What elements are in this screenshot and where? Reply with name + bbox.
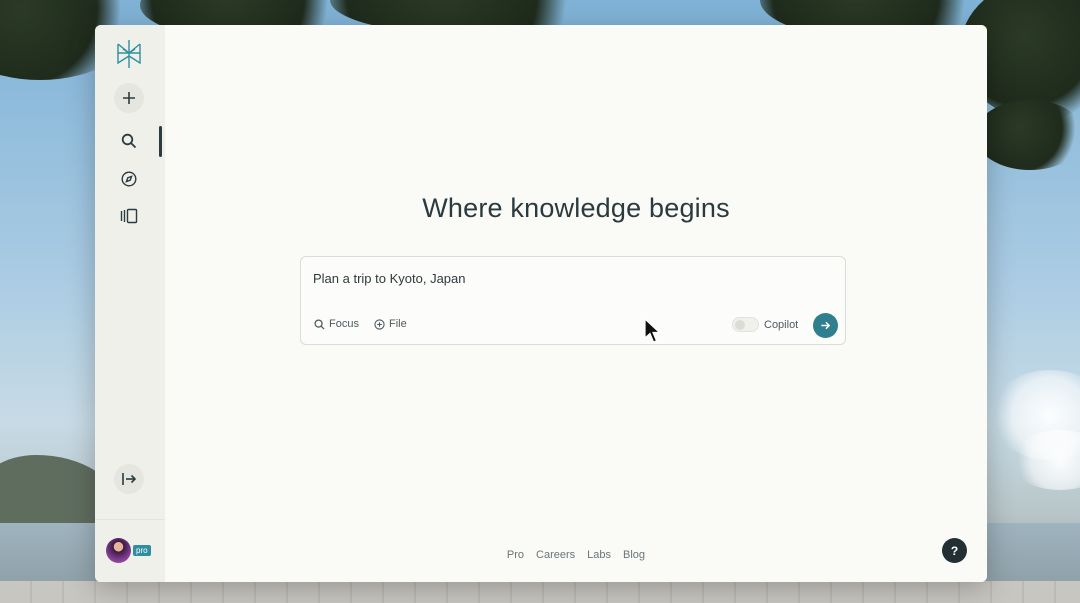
- collapse-sidebar-button[interactable]: [114, 464, 144, 494]
- main-content: Where knowledge begins Plan a trip to Ky…: [165, 25, 987, 582]
- new-thread-button[interactable]: [114, 83, 144, 113]
- arrow-right-icon: [821, 321, 831, 330]
- library-icon: [120, 208, 138, 224]
- sidebar: pro: [95, 25, 165, 582]
- file-label: File: [389, 318, 407, 330]
- app-logo-icon[interactable]: [114, 38, 144, 70]
- attach-file-button[interactable]: File: [374, 318, 407, 330]
- search-input[interactable]: Plan a trip to Kyoto, Japan: [313, 271, 465, 286]
- mouse-cursor-icon: [644, 318, 662, 343]
- submit-button[interactable]: [813, 313, 838, 338]
- sidebar-divider: [95, 519, 165, 520]
- search-icon: [314, 318, 325, 330]
- compass-icon: [121, 171, 137, 187]
- collapse-icon: [122, 473, 137, 485]
- focus-button[interactable]: Focus: [314, 318, 359, 330]
- footer-link-blog[interactable]: Blog: [623, 549, 645, 561]
- plus-circle-icon: [374, 318, 385, 330]
- footer-links: Pro Careers Labs Blog: [165, 549, 987, 561]
- avatar[interactable]: [106, 538, 131, 563]
- search-icon: [121, 133, 137, 149]
- app-window: pro Where knowledge begins Plan a trip t…: [95, 25, 987, 582]
- focus-label: Focus: [329, 318, 359, 330]
- sidebar-item-home-search[interactable]: [114, 126, 144, 156]
- plus-icon: [123, 92, 135, 104]
- sidebar-item-discover[interactable]: [114, 164, 144, 194]
- search-box[interactable]: Plan a trip to Kyoto, Japan Focus File C…: [300, 256, 846, 345]
- pro-badge: pro: [133, 545, 151, 556]
- copilot-label: Copilot: [764, 319, 799, 331]
- footer-link-careers[interactable]: Careers: [536, 549, 575, 561]
- active-indicator: [159, 126, 162, 157]
- page-title: Where knowledge begins: [422, 193, 730, 223]
- footer-link-labs[interactable]: Labs: [587, 549, 611, 561]
- copilot-toggle[interactable]: [732, 317, 759, 332]
- help-button[interactable]: ?: [942, 538, 967, 563]
- sidebar-item-library[interactable]: [114, 201, 144, 231]
- footer-link-pro[interactable]: Pro: [507, 549, 524, 561]
